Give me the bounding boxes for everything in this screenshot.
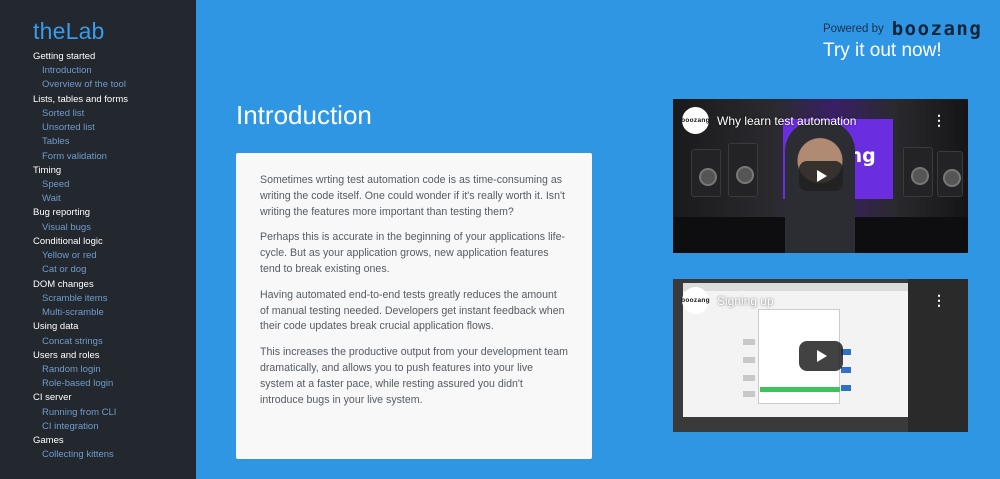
- nav-group-title[interactable]: Using data: [33, 320, 196, 334]
- speaker: [937, 151, 963, 197]
- intro-paragraph: This increases the productive output fro…: [260, 346, 568, 406]
- speaker: [728, 143, 758, 197]
- nav-group-conditional-logic: Conditional logic Yellow or red Cat or d…: [33, 235, 196, 278]
- nav-group-title[interactable]: DOM changes: [33, 278, 196, 292]
- try-it-link[interactable]: Try it out now!: [823, 40, 942, 62]
- nav-item-ci-integration[interactable]: CI integration: [33, 420, 196, 434]
- video-title[interactable]: Why learn test automation: [717, 114, 856, 128]
- nav-item-role-based-login[interactable]: Role-based login: [33, 377, 196, 391]
- more-options-icon[interactable]: ⋮: [932, 113, 946, 127]
- page-title: Introduction: [236, 100, 372, 130]
- intro-paragraph: Sometimes wrting test automation code is…: [260, 174, 565, 218]
- video-signing-up[interactable]: boozang Signing up ⋮: [673, 279, 968, 432]
- nav-item-yellow-or-red[interactable]: Yellow or red: [33, 249, 196, 263]
- nav-group-title[interactable]: Lists, tables and forms: [33, 93, 196, 107]
- play-button[interactable]: [798, 340, 843, 371]
- channel-avatar[interactable]: boozang: [681, 107, 710, 134]
- nav-group-lists: Lists, tables and forms Sorted list Unso…: [33, 93, 196, 164]
- nav-item-cat-or-dog[interactable]: Cat or dog: [33, 263, 196, 277]
- boozang-logo[interactable]: boozang: [892, 18, 983, 40]
- video-header: boozang Signing up: [681, 287, 774, 314]
- speaker: [903, 147, 933, 197]
- nav-group-title[interactable]: Bug reporting: [33, 206, 196, 220]
- video-why-learn-test-automation[interactable]: boozang boozang Why learn test automatio…: [673, 99, 968, 253]
- nav-item-concat-strings[interactable]: Concat strings: [33, 335, 196, 349]
- nav-group-games: Games Collecting kittens: [33, 434, 196, 462]
- powered-by: Powered by boozang: [823, 18, 982, 40]
- nav-item-tables[interactable]: Tables: [33, 135, 196, 149]
- intro-paragraph: Having automated end-to-end tests greatl…: [260, 288, 565, 333]
- nav-item-scramble-items[interactable]: Scramble items: [33, 292, 196, 306]
- nav-group-bug-reporting: Bug reporting Visual bugs: [33, 206, 196, 234]
- nav-item-wait[interactable]: Wait: [33, 192, 196, 206]
- nav-item-collecting-kittens[interactable]: Collecting kittens: [33, 448, 196, 462]
- nav-group-dom-changes: DOM changes Scramble items Multi-scrambl…: [33, 278, 196, 321]
- nav-group-title[interactable]: Timing: [33, 164, 196, 178]
- nav-group-timing: Timing Speed Wait: [33, 164, 196, 207]
- nav-group-using-data: Using data Concat strings: [33, 320, 196, 348]
- nav-item-visual-bugs[interactable]: Visual bugs: [33, 221, 196, 235]
- more-options-icon[interactable]: ⋮: [932, 293, 946, 307]
- play-icon: [816, 170, 827, 182]
- nav-item-random-login[interactable]: Random login: [33, 363, 196, 377]
- nav-item-sorted-list[interactable]: Sorted list: [33, 107, 196, 121]
- brand-title[interactable]: theLab: [33, 18, 196, 44]
- blue-button: [841, 385, 851, 391]
- nav-item-introduction[interactable]: Introduction: [33, 64, 196, 78]
- intro-card: Sometimes wrting test automation code is…: [236, 153, 592, 459]
- sidebar: theLab Getting started Introduction Over…: [0, 0, 196, 479]
- play-icon: [816, 349, 827, 362]
- video-header: boozang Why learn test automation: [681, 107, 856, 134]
- speaker: [691, 149, 721, 197]
- nav-group-title[interactable]: Users and roles: [33, 349, 196, 363]
- powered-by-label: Powered by: [823, 23, 884, 35]
- form-row: [743, 391, 755, 397]
- form-row: [743, 357, 755, 363]
- nav-item-speed[interactable]: Speed: [33, 178, 196, 192]
- video-title[interactable]: Signing up: [717, 294, 774, 308]
- play-button[interactable]: [798, 161, 843, 191]
- form-row: [743, 375, 755, 381]
- modal-submit-bar: [760, 387, 840, 392]
- form-row: [743, 339, 755, 345]
- nav-group-getting-started: Getting started Introduction Overview of…: [33, 50, 196, 93]
- nav-group-title[interactable]: Games: [33, 434, 196, 448]
- nav-group-title[interactable]: Getting started: [33, 50, 196, 64]
- nav-item-running-from-cli[interactable]: Running from CLI: [33, 406, 196, 420]
- nav-group-title[interactable]: CI server: [33, 391, 196, 405]
- blue-button: [841, 367, 851, 373]
- nav-group-users-roles: Users and roles Random login Role-based …: [33, 349, 196, 392]
- nav-item-form-validation[interactable]: Form validation: [33, 150, 196, 164]
- intro-paragraph: Perhaps this is accurate in the beginnin…: [260, 231, 566, 275]
- channel-avatar[interactable]: boozang: [681, 287, 710, 314]
- nav-group-ci-server: CI server Running from CLI CI integratio…: [33, 391, 196, 434]
- blue-button: [841, 349, 851, 355]
- nav-item-multi-scramble[interactable]: Multi-scramble: [33, 306, 196, 320]
- nav-item-overview[interactable]: Overview of the tool: [33, 78, 196, 92]
- nav-group-title[interactable]: Conditional logic: [33, 235, 196, 249]
- nav-item-unsorted-list[interactable]: Unsorted list: [33, 121, 196, 135]
